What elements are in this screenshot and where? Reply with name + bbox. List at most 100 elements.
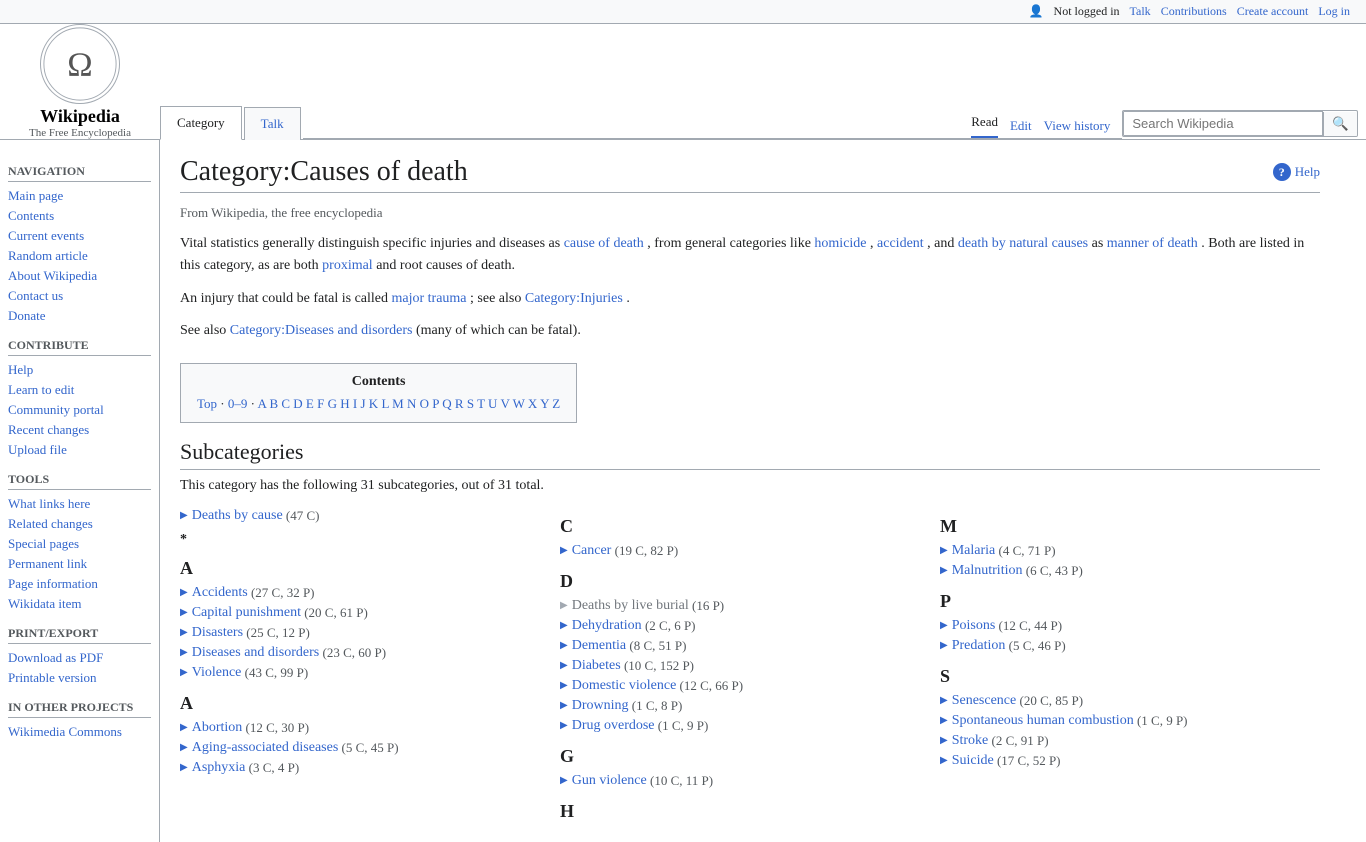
create-account-link[interactable]: Create account xyxy=(1237,4,1309,19)
sidebar-learn-to-edit[interactable]: Learn to edit xyxy=(8,380,151,400)
contents-B[interactable]: B xyxy=(269,396,278,411)
sidebar-upload-file[interactable]: Upload file xyxy=(8,440,151,460)
sidebar-about[interactable]: About Wikipedia xyxy=(8,266,151,286)
sidebar-download-pdf[interactable]: Download as PDF xyxy=(8,648,151,668)
sidebar-page-information[interactable]: Page information xyxy=(8,574,151,594)
homicide-link[interactable]: homicide xyxy=(814,236,866,251)
sidebar-what-links[interactable]: What links here xyxy=(8,494,151,514)
contents-O[interactable]: O xyxy=(420,396,429,411)
contents-T[interactable]: T xyxy=(477,396,485,411)
sidebar-wikimedia[interactable]: Wikimedia Commons xyxy=(8,722,151,742)
contents-E[interactable]: E xyxy=(306,396,314,411)
page-title: Category:Causes of death ? Help xyxy=(180,156,1320,193)
sidebar-printable[interactable]: Printable version xyxy=(8,668,151,688)
tab-talk[interactable]: Talk xyxy=(244,107,301,140)
sidebar-main-page[interactable]: Main page xyxy=(8,186,151,206)
spontaneous-combustion-link[interactable]: Spontaneous human combustion xyxy=(952,713,1134,729)
contents-F[interactable]: F xyxy=(317,396,324,411)
search-button[interactable]: 🔍 xyxy=(1323,112,1357,136)
drug-overdose-link[interactable]: Drug overdose xyxy=(572,718,655,734)
drowning-link[interactable]: Drowning xyxy=(572,698,629,714)
contents-Q[interactable]: Q xyxy=(442,396,451,411)
contents-L[interactable]: L xyxy=(381,396,388,411)
contents-A[interactable]: A xyxy=(258,396,267,411)
aging-diseases-link[interactable]: Aging-associated diseases xyxy=(192,740,339,756)
sidebar-donate[interactable]: Donate xyxy=(8,306,151,326)
cancer-link[interactable]: Cancer xyxy=(572,543,612,559)
accident-link[interactable]: accident xyxy=(877,236,924,251)
contents-K[interactable]: K xyxy=(369,396,378,411)
sidebar-contact[interactable]: Contact us xyxy=(8,286,151,306)
sidebar-recent-changes[interactable]: Recent changes xyxy=(8,420,151,440)
sidebar-random-article[interactable]: Random article xyxy=(8,246,151,266)
dementia-link[interactable]: Dementia xyxy=(572,638,626,654)
proximal-link[interactable]: proximal xyxy=(322,258,373,273)
gun-violence-link[interactable]: Gun violence xyxy=(572,773,647,789)
senescence-link[interactable]: Senescence xyxy=(952,693,1017,709)
deaths-by-cause-link[interactable]: Deaths by cause xyxy=(192,508,283,524)
contents-Y[interactable]: Y xyxy=(540,396,549,411)
contributions-link[interactable]: Contributions xyxy=(1161,4,1227,19)
contents-Z[interactable]: Z xyxy=(552,396,560,411)
contents-N[interactable]: N xyxy=(407,396,416,411)
sidebar-permanent-link[interactable]: Permanent link xyxy=(8,554,151,574)
predation-link[interactable]: Predation xyxy=(952,638,1006,654)
domestic-violence-link[interactable]: Domestic violence xyxy=(572,678,677,694)
contents-R[interactable]: R xyxy=(455,396,464,411)
sidebar-current-events[interactable]: Current events xyxy=(8,226,151,246)
poisons-link[interactable]: Poisons xyxy=(952,618,996,634)
contents-X[interactable]: X xyxy=(528,396,537,411)
contents-U[interactable]: U xyxy=(488,396,497,411)
contents-S[interactable]: S xyxy=(467,396,474,411)
search-input[interactable] xyxy=(1123,111,1323,136)
death-by-natural-causes-link[interactable]: death by natural causes xyxy=(958,236,1088,251)
disasters-link[interactable]: Disasters xyxy=(192,625,243,641)
contents-I[interactable]: I xyxy=(353,396,357,411)
talk-link[interactable]: Talk xyxy=(1130,4,1151,19)
abortion-link[interactable]: Abortion xyxy=(192,720,243,736)
contents-top-link[interactable]: Top xyxy=(197,396,217,411)
contents-P[interactable]: P xyxy=(432,396,439,411)
category-injuries-link[interactable]: Category:Injuries xyxy=(525,291,623,306)
sidebar-related-changes[interactable]: Related changes xyxy=(8,514,151,534)
sidebar-wikidata[interactable]: Wikidata item xyxy=(8,594,151,614)
sidebar-special-pages[interactable]: Special pages xyxy=(8,534,151,554)
triangle-icon: ▶ xyxy=(180,607,188,618)
malnutrition-link[interactable]: Malnutrition xyxy=(952,563,1023,579)
accidents-link[interactable]: Accidents xyxy=(192,585,248,601)
edit-action[interactable]: Edit xyxy=(1010,118,1032,134)
sidebar-community-portal[interactable]: Community portal xyxy=(8,400,151,420)
contents-D[interactable]: D xyxy=(293,396,302,411)
help-link[interactable]: ? Help xyxy=(1273,163,1320,181)
contents-M[interactable]: M xyxy=(392,396,404,411)
sidebar-contents[interactable]: Contents xyxy=(8,206,151,226)
contents-W[interactable]: W xyxy=(513,396,525,411)
diabetes-link[interactable]: Diabetes xyxy=(572,658,621,674)
diseases-disorders-link[interactable]: Diseases and disorders xyxy=(192,645,320,661)
dehydration-link[interactable]: Dehydration xyxy=(572,618,642,634)
contents-G[interactable]: G xyxy=(328,396,337,411)
cause-of-death-link[interactable]: cause of death xyxy=(564,236,644,251)
contents-H[interactable]: H xyxy=(340,396,349,411)
help-text[interactable]: Help xyxy=(1295,164,1320,180)
wikipedia-logo[interactable]: Ω xyxy=(40,24,120,104)
contents-J[interactable]: J xyxy=(360,396,365,411)
violence-link[interactable]: Violence xyxy=(192,665,242,681)
sidebar-help[interactable]: Help xyxy=(8,360,151,380)
view-history-action[interactable]: View history xyxy=(1044,118,1111,134)
manner-of-death-link[interactable]: manner of death xyxy=(1107,236,1198,251)
malaria-link[interactable]: Malaria xyxy=(952,543,996,559)
contents-09-link[interactable]: 0–9 xyxy=(228,396,248,411)
contents-V[interactable]: V xyxy=(500,396,509,411)
deaths-live-burial-link[interactable]: Deaths by live burial xyxy=(572,598,689,614)
category-diseases-link[interactable]: Category:Diseases and disorders xyxy=(230,323,413,338)
navigation-section-title: Navigation xyxy=(8,164,151,182)
log-in-link[interactable]: Log in xyxy=(1318,4,1350,19)
major-trauma-link[interactable]: major trauma xyxy=(392,291,467,306)
capital-punishment-link[interactable]: Capital punishment xyxy=(192,605,301,621)
contents-C[interactable]: C xyxy=(281,396,290,411)
suicide-link[interactable]: Suicide xyxy=(952,753,994,769)
read-action[interactable]: Read xyxy=(971,114,998,138)
stroke-link[interactable]: Stroke xyxy=(952,733,989,749)
tab-category[interactable]: Category xyxy=(160,106,242,140)
